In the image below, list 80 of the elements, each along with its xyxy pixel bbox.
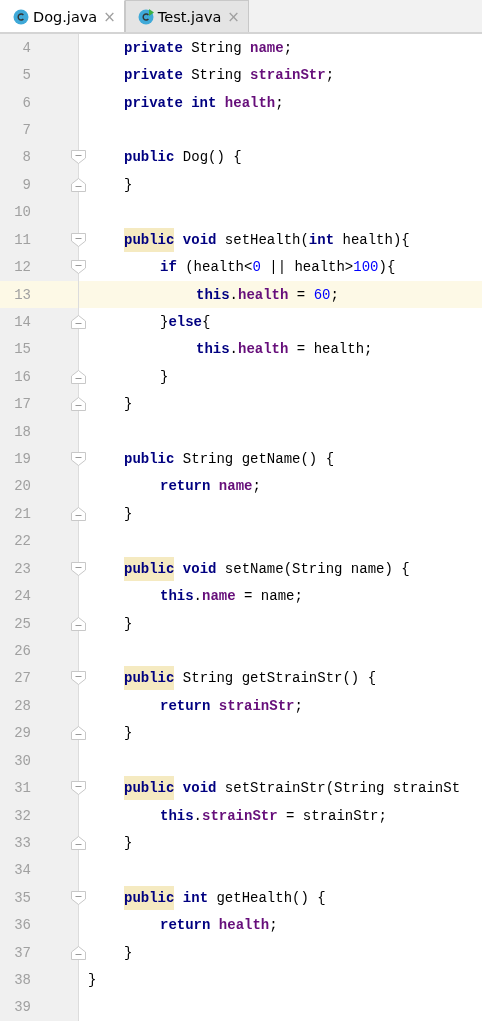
line-number: 19: [13, 451, 31, 468]
code-line: private String strainStr;: [124, 67, 335, 84]
fold-icon[interactable]: [71, 671, 86, 686]
line-number: 5: [21, 67, 31, 84]
fold-icon[interactable]: [71, 616, 86, 631]
fold-icon[interactable]: [71, 397, 86, 412]
line-number: 26: [13, 643, 31, 659]
code-line: private int health;: [124, 94, 284, 111]
code-line: public Dog() {: [124, 149, 242, 166]
code-line: this.health = 60;: [196, 286, 339, 303]
code-line: private String name;: [124, 39, 293, 56]
line-number: 27: [13, 670, 31, 687]
line-number: 34: [13, 862, 31, 879]
line-number: 25: [13, 615, 31, 632]
line-number: 31: [13, 780, 31, 797]
line-number: 13: [13, 286, 31, 303]
fold-icon[interactable]: [71, 314, 86, 329]
fold-icon[interactable]: [71, 945, 86, 960]
code-line: }: [124, 944, 133, 961]
line-number: 22: [13, 533, 31, 550]
line-number: 12: [13, 259, 31, 276]
line-number: 32: [13, 807, 31, 824]
code-line: this.name = name;: [160, 588, 303, 605]
line-number: 8: [21, 149, 31, 166]
code-line: return health;: [160, 917, 278, 934]
line-number: 4: [21, 39, 31, 56]
code-line: }: [124, 396, 133, 413]
file-tab[interactable]: Dog.java ×: [0, 0, 125, 32]
fold-icon[interactable]: [71, 561, 86, 576]
line-number: 6: [21, 94, 31, 111]
line-number: 15: [13, 341, 31, 358]
code-line: return strainStr;: [160, 697, 303, 714]
fold-icon[interactable]: [71, 452, 86, 467]
line-number: 29: [13, 725, 31, 742]
code-line: this.strainStr = strainStr;: [160, 807, 387, 824]
code-line: }else{: [160, 313, 211, 330]
code-line: return name;: [160, 478, 261, 495]
code-line: }: [124, 615, 133, 632]
code-line: }: [124, 834, 133, 851]
code-line: }: [124, 725, 133, 742]
code-line: }: [124, 176, 133, 193]
code-line: }: [88, 972, 97, 989]
file-tab[interactable]: Test.java ×: [124, 0, 249, 32]
line-number: 39: [13, 999, 31, 1016]
line-number: 37: [13, 944, 31, 961]
fold-icon[interactable]: [71, 369, 86, 384]
code-line: }: [124, 505, 133, 522]
fold-icon[interactable]: [71, 177, 86, 192]
class-run-icon: [137, 8, 154, 25]
line-number: 14: [13, 313, 31, 330]
line-number: 24: [13, 588, 31, 605]
fold-icon[interactable]: [71, 835, 86, 850]
line-number: 9: [21, 176, 31, 193]
line-number: 38: [13, 972, 31, 989]
code-line: public String getName() {: [124, 451, 335, 468]
code-line: }: [160, 368, 169, 385]
line-number: 28: [13, 697, 31, 714]
class-icon: [13, 8, 29, 25]
line-number: 35: [13, 889, 31, 906]
line-number: 33: [13, 834, 31, 851]
line-number: 21: [13, 505, 31, 522]
fold-icon[interactable]: [71, 232, 86, 247]
line-number: 36: [13, 917, 31, 934]
line-number: 30: [13, 752, 31, 769]
fold-icon[interactable]: [71, 890, 86, 905]
code-line: this.health = health;: [196, 341, 373, 358]
fold-icon[interactable]: [71, 726, 86, 741]
line-number: 11: [13, 231, 31, 248]
code-line: if (health<0 || health>100){: [160, 259, 396, 276]
line-number: 18: [13, 423, 31, 440]
line-number: 10: [13, 204, 31, 221]
line-number: 20: [13, 478, 31, 495]
line-number: 23: [13, 560, 31, 577]
line-number: 17: [13, 396, 31, 413]
fold-icon[interactable]: [71, 260, 86, 275]
fold-icon[interactable]: [71, 150, 86, 165]
fold-icon[interactable]: [71, 781, 86, 796]
line-number: 16: [13, 368, 31, 385]
fold-icon[interactable]: [71, 506, 86, 521]
line-number: 7: [21, 121, 31, 138]
